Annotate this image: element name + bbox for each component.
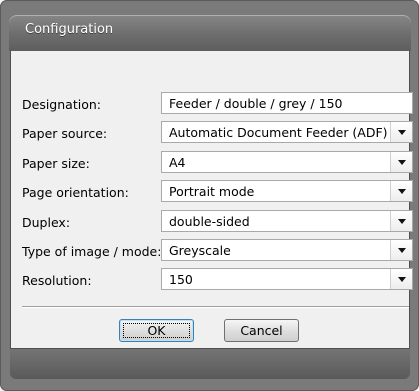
page-orientation-select[interactable]: Portrait mode [161, 180, 413, 202]
image-mode-dropdown-button[interactable] [390, 240, 412, 260]
chevron-down-icon [397, 188, 406, 194]
paper-source-value: Automatic Document Feeder (ADF) [169, 125, 388, 140]
duplex-select[interactable]: double-sided [161, 210, 413, 232]
page-orientation-value: Portrait mode [169, 184, 255, 199]
resolution-dropdown-button[interactable] [390, 269, 412, 289]
designation-input[interactable]: Feeder / double / grey / 150 [161, 92, 413, 114]
cancel-button[interactable]: Cancel [224, 319, 299, 342]
designation-label: Designation: [22, 97, 101, 112]
cancel-button-label: Cancel [240, 323, 283, 338]
duplex-label: Duplex: [22, 215, 71, 230]
chevron-down-icon [397, 159, 406, 165]
paper-size-value: A4 [169, 155, 186, 170]
page-orientation-dropdown-button[interactable] [390, 181, 412, 201]
paper-source-select[interactable]: Automatic Document Feeder (ADF) [161, 121, 413, 143]
resolution-label: Resolution: [22, 273, 92, 288]
image-mode-select[interactable]: Greyscale [161, 239, 413, 261]
chevron-down-icon [397, 276, 406, 282]
duplex-value: double-sided [169, 214, 250, 229]
page-orientation-label: Page orientation: [22, 185, 129, 200]
ok-button[interactable]: OK [119, 319, 194, 342]
paper-source-dropdown-button[interactable] [390, 122, 412, 142]
configuration-dialog: Configuration Designation: Feeder / doub… [0, 0, 419, 391]
duplex-dropdown-button[interactable] [390, 211, 412, 231]
paper-size-dropdown-button[interactable] [390, 152, 412, 172]
resolution-select[interactable]: 150 [161, 268, 413, 290]
paper-source-label: Paper source: [22, 126, 108, 141]
paper-size-select[interactable]: A4 [161, 151, 413, 173]
resolution-value: 150 [169, 272, 193, 287]
chevron-down-icon [397, 129, 406, 135]
focus-ring [123, 323, 190, 338]
paper-size-label: Paper size: [22, 156, 90, 171]
divider [22, 306, 409, 307]
image-mode-label: Type of image / mode: [22, 244, 162, 259]
window-title: Configuration [25, 22, 114, 37]
window-bottom-frame [10, 349, 410, 379]
designation-value: Feeder / double / grey / 150 [169, 96, 343, 111]
title-bar[interactable]: Configuration [9, 15, 411, 51]
chevron-down-icon [397, 247, 406, 253]
chevron-down-icon [397, 218, 406, 224]
image-mode-value: Greyscale [169, 243, 231, 258]
